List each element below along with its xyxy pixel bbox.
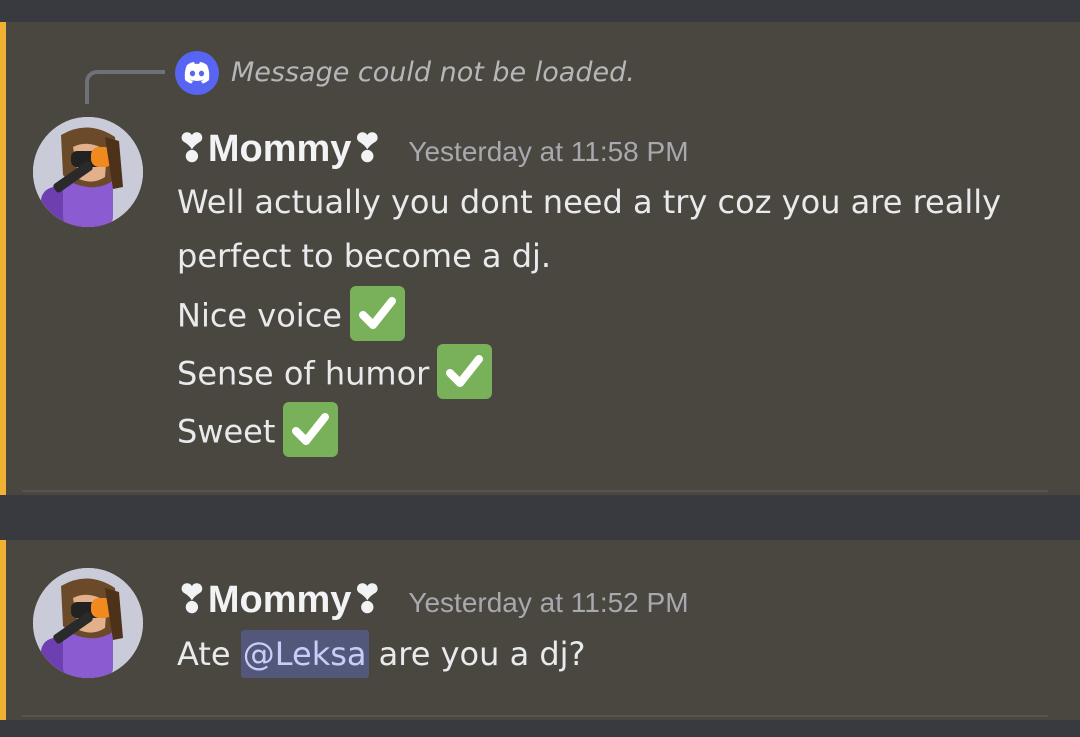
timestamp[interactable]: Yesterday at 11:52 PM: [408, 587, 688, 618]
message-header: ❣Mommy❣ Yesterday at 11:52 PM: [176, 577, 689, 622]
message-text: Sense of humor: [177, 354, 430, 393]
white-heavy-check-mark-icon: [349, 286, 405, 341]
reply-preview-text[interactable]: Message could not be loaded.: [231, 55, 635, 91]
message-text-line: Nice voice: [177, 286, 405, 345]
username[interactable]: ❣Mommy❣: [176, 579, 383, 621]
highlight-accent-bar: [0, 22, 6, 495]
reply-connector-line: [85, 70, 165, 104]
message-text-line: Sweet: [177, 402, 339, 461]
message-text: Ate: [177, 635, 231, 673]
message-text: are you a dj?: [378, 635, 586, 673]
message-text: Sweet: [177, 412, 276, 451]
chat-view: Message could not be loaded. ❣Mommy❣ Yes…: [0, 0, 1080, 737]
message-text-line: Well actually you dont need a try coz yo…: [177, 183, 1002, 221]
message-header: ❣Mommy❣ Yesterday at 11:58 PM: [176, 126, 689, 171]
timestamp[interactable]: Yesterday at 11:58 PM: [408, 136, 688, 167]
message-item[interactable]: ❣Mommy❣ Yesterday at 11:52 PM Ate @Leksa…: [0, 540, 1080, 720]
message-divider: [22, 715, 1048, 717]
white-heavy-check-mark-icon: [283, 402, 339, 457]
avatar[interactable]: [33, 568, 143, 678]
message-divider: [22, 490, 1048, 492]
highlight-accent-bar: [0, 540, 6, 720]
message-text-line: perfect to become a dj.: [177, 237, 552, 275]
message-item[interactable]: Message could not be loaded. ❣Mommy❣ Yes…: [0, 22, 1080, 495]
white-heavy-check-mark-icon: [437, 344, 493, 399]
user-mention[interactable]: @Leksa: [240, 630, 369, 678]
discord-logo-icon[interactable]: [175, 51, 219, 95]
username[interactable]: ❣Mommy❣: [176, 128, 383, 170]
message-text-line: Ate @Leksa are you a dj?: [177, 630, 586, 678]
avatar[interactable]: [33, 117, 143, 227]
message-text-line: Sense of humor: [177, 344, 493, 403]
message-text: Nice voice: [177, 296, 342, 335]
